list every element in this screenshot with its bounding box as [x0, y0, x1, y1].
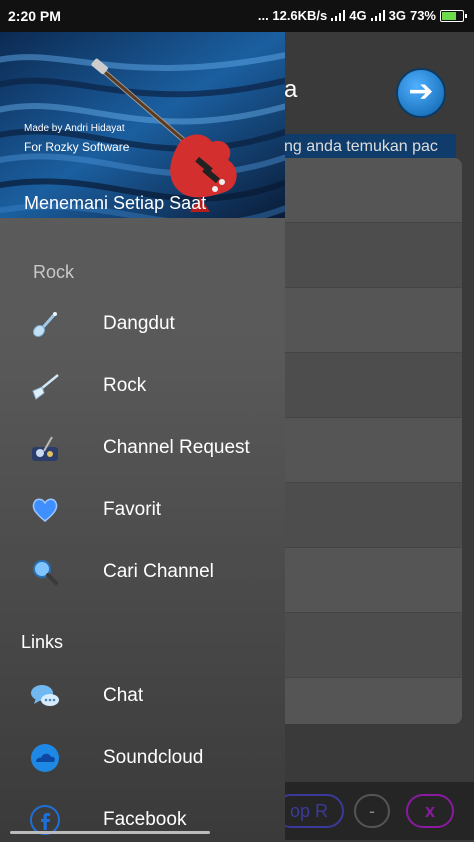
- header-company: For Rozky Software: [24, 140, 130, 154]
- menu-item-label: Facebook: [103, 809, 187, 830]
- section-rock-label: Rock: [33, 262, 75, 282]
- network-type-1: 4G: [349, 8, 367, 23]
- menu-item-favorit[interactable]: Favorit: [0, 483, 285, 539]
- battery-icon: [440, 9, 467, 22]
- electric-guitar-icon: [32, 374, 59, 400]
- heart-icon: [32, 498, 58, 522]
- bg-channel-list: [284, 158, 462, 724]
- band-icon: [32, 436, 58, 461]
- status-indicators: ... 12.6KB/s 4G 3G 73%: [257, 8, 467, 23]
- section-links-label: Links: [21, 632, 64, 652]
- bg-title: a: [284, 76, 298, 103]
- menu-item-label: Cari Channel: [103, 561, 214, 582]
- guitar-icon: [32, 312, 57, 338]
- menu-item-label: Chat: [103, 685, 144, 706]
- signal-icon-2: [370, 10, 385, 21]
- bg-player-controls: op R - x: [274, 782, 474, 840]
- bg-list-row[interactable]: [284, 158, 462, 223]
- header-author: Made by Andri Hidayat: [24, 123, 125, 134]
- status-time: 2:20 PM: [8, 8, 61, 24]
- search-icon: [33, 560, 58, 585]
- network-type-2: 3G: [388, 8, 406, 23]
- close-button[interactable]: x: [406, 794, 454, 828]
- signal-icon: [331, 10, 346, 21]
- bg-list-row[interactable]: [284, 353, 462, 418]
- bg-list-row[interactable]: [284, 288, 462, 353]
- menu-item-label: Dangdut: [103, 313, 175, 334]
- menu-item-label: Soundcloud: [103, 747, 204, 768]
- bg-marquee-text: ng anda temukan pac: [284, 134, 456, 160]
- drawer-scroll-indicator: [10, 831, 210, 834]
- navigation-drawer: Made by Andri Hidayat For Rozky Software…: [0, 32, 285, 842]
- battery-percent: 73%: [409, 8, 436, 23]
- header-tagline: Menemani Setiap Saat: [24, 193, 207, 213]
- drawer-header: Made by Andri Hidayat For Rozky Software…: [0, 32, 285, 218]
- bg-list-row[interactable]: [284, 613, 462, 678]
- menu-item-channel-request[interactable]: Channel Request: [0, 421, 285, 477]
- chat-icon: [31, 685, 59, 706]
- menu-item-dangdut[interactable]: Dangdut: [0, 297, 285, 353]
- menu-item-cari-channel[interactable]: Cari Channel: [0, 545, 285, 601]
- menu-item-label: Channel Request: [103, 437, 250, 458]
- menu-item-label: Favorit: [103, 499, 162, 520]
- bg-list-row[interactable]: [284, 418, 462, 483]
- bg-list-row[interactable]: [284, 548, 462, 613]
- next-arrow-button[interactable]: ➔: [396, 68, 446, 118]
- bg-list-row[interactable]: [284, 483, 462, 548]
- network-speed: ... 12.6KB/s: [257, 8, 328, 23]
- status-bar: 2:20 PM ... 12.6KB/s 4G 3G 73%: [0, 0, 474, 32]
- menu-item-rock[interactable]: Rock: [0, 359, 285, 415]
- menu-item-chat[interactable]: Chat: [0, 669, 285, 725]
- menu-item-label: Rock: [103, 375, 147, 396]
- bg-list-row[interactable]: [284, 678, 462, 724]
- menu-item-facebook[interactable]: Facebook: [0, 793, 285, 842]
- minus-button[interactable]: -: [354, 794, 390, 828]
- soundcloud-icon: [31, 744, 59, 772]
- menu-item-soundcloud[interactable]: Soundcloud: [0, 731, 285, 787]
- bg-list-row[interactable]: [284, 223, 462, 288]
